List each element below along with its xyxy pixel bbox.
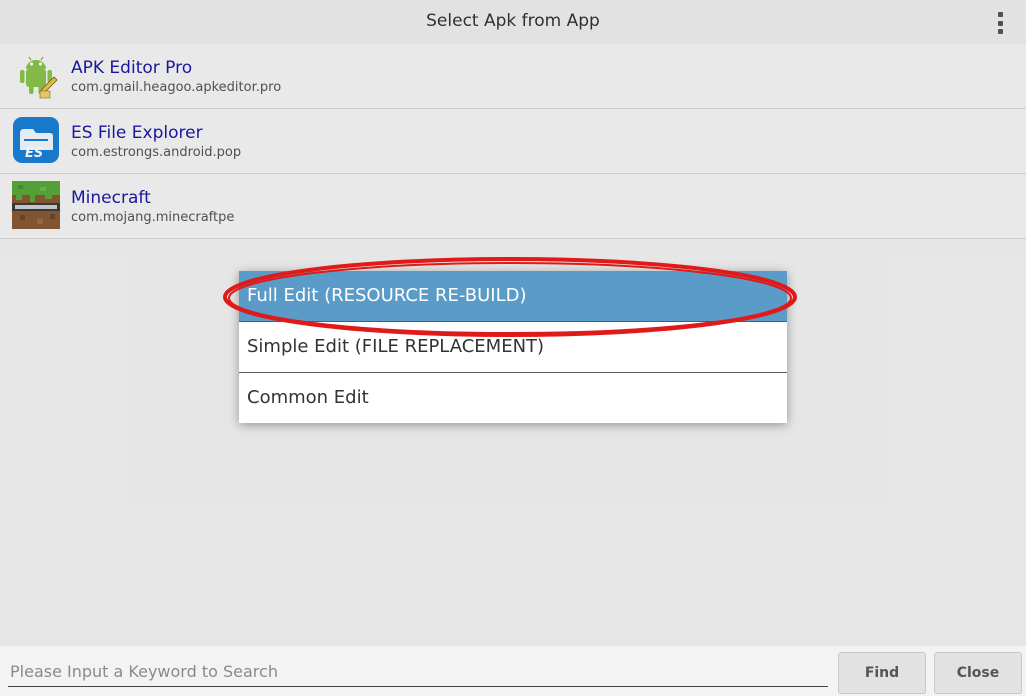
app-root: Select Apk from App APK Editor Pro com.g… [0,0,1026,696]
option-common-edit[interactable]: Common Edit [239,373,787,423]
option-full-edit[interactable]: Full Edit (RESOURCE RE-BUILD) [239,271,787,322]
option-simple-edit[interactable]: Simple Edit (FILE REPLACEMENT) [239,322,787,373]
bottom-bar: Find Close [0,646,1026,696]
edit-mode-dialog: Full Edit (RESOURCE RE-BUILD) Simple Edi… [239,271,787,423]
find-button[interactable]: Find [838,652,926,694]
search-input[interactable] [8,656,828,687]
close-button[interactable]: Close [934,652,1022,694]
